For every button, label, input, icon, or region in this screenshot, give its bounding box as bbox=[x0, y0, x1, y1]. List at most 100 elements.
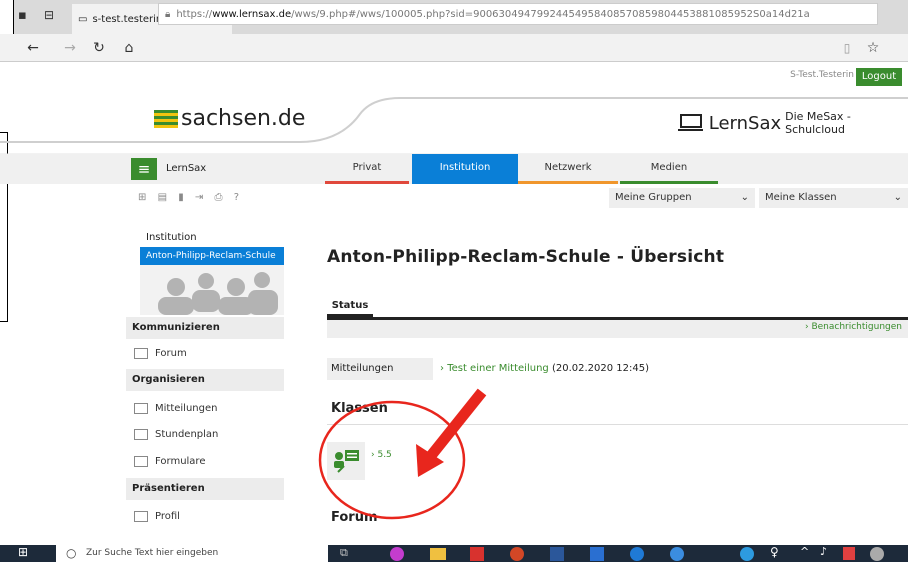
powerpoint-icon[interactable] bbox=[510, 547, 524, 561]
windows-start-icon[interactable]: ⊞ bbox=[18, 545, 28, 559]
forward-icon[interactable]: → bbox=[61, 39, 79, 57]
profile-icon bbox=[134, 511, 148, 522]
sidebar-title: Institution bbox=[146, 232, 197, 243]
sidebar-item-mitteilungen[interactable]: Mitteilungen bbox=[134, 403, 217, 414]
url-field[interactable]: 🔒︎ https://www.lernsax.de/wws/9.php#/wws… bbox=[158, 3, 878, 25]
app-icon-3[interactable] bbox=[470, 547, 484, 561]
search-placeholder: Zur Suche Text hier eingeben bbox=[86, 548, 219, 558]
sidebar-school[interactable]: Anton-Philipp-Reclam-Schule bbox=[140, 247, 284, 265]
taskbar-search-input[interactable]: ○ Zur Suche Text hier eingeben bbox=[56, 545, 328, 562]
window-icon[interactable]: ▪ bbox=[18, 8, 27, 23]
left-frame-edge bbox=[0, 0, 14, 34]
tab-privat[interactable]: Privat bbox=[325, 154, 409, 184]
help-icon[interactable]: ? bbox=[234, 192, 243, 203]
bookmark-icon[interactable]: ▮ bbox=[178, 192, 188, 203]
tab-label: Institution bbox=[439, 162, 491, 173]
forum-icon bbox=[134, 348, 148, 359]
mitteilung-link-label: Test einer Mitteilung bbox=[447, 363, 549, 374]
lock-icon: 🔒︎ bbox=[165, 8, 171, 20]
highlight-circle bbox=[318, 400, 466, 520]
sidebar-item-label: Profil bbox=[155, 511, 180, 522]
form-icon bbox=[134, 456, 148, 467]
search-icon: ○ bbox=[66, 546, 77, 560]
login-icon[interactable]: ⇥ bbox=[195, 192, 207, 203]
sidebar-item-label: Formulare bbox=[155, 456, 206, 467]
web-page: S-Test.Testerin Logout sachsen.de LernSa… bbox=[0, 62, 908, 545]
sidebar-item-formulare[interactable]: Formulare bbox=[134, 456, 205, 467]
tab-status[interactable]: Status bbox=[327, 295, 373, 317]
sidebar-item-label: Mitteilungen bbox=[155, 403, 218, 414]
tab-medien[interactable]: Medien bbox=[620, 154, 718, 184]
classes-select-value: Meine Klassen bbox=[765, 192, 837, 203]
toolbar-icons: ⊞ ▤ ▮ ⇥ ⎙ ? bbox=[138, 192, 243, 203]
mitteilung-date: (20.02.2020 12:45) bbox=[551, 363, 649, 374]
tab-netzwerk[interactable]: Netzwerk bbox=[518, 154, 618, 184]
reload-icon[interactable]: ↻ bbox=[90, 39, 108, 57]
messages-icon bbox=[134, 403, 148, 414]
mitteilung-link[interactable]: › Test einer Mitteilung bbox=[440, 363, 549, 374]
mitteilung-entry: › Test einer Mitteilung (20.02.2020 12:4… bbox=[440, 363, 649, 374]
sidebar-item-forum[interactable]: Forum bbox=[134, 348, 187, 359]
tray-icon[interactable] bbox=[870, 547, 884, 561]
lernsax-logo-text: LernSax bbox=[708, 112, 782, 134]
group-avatar bbox=[140, 265, 284, 315]
calendar-icon bbox=[134, 429, 148, 440]
notifications-link[interactable]: › Benachrichtigungen bbox=[805, 322, 902, 332]
app-icon-6[interactable] bbox=[590, 547, 604, 561]
annotation-overlay bbox=[318, 388, 487, 520]
lernsax-subtitle: Die MeSax - Schulcloud bbox=[785, 110, 851, 136]
task-view-icon[interactable]: ⧉ bbox=[340, 546, 348, 560]
groups-select[interactable]: Meine Gruppen ⌄ bbox=[609, 188, 755, 208]
edge-icon[interactable] bbox=[630, 547, 644, 561]
chevron-down-icon: ⌄ bbox=[740, 192, 749, 203]
sachsen-flag-icon bbox=[154, 109, 178, 128]
app-icon-8[interactable] bbox=[670, 547, 684, 561]
tab-label: Privat bbox=[352, 162, 382, 173]
sidebar-item-stundenplan[interactable]: Stundenplan bbox=[134, 429, 218, 440]
page-title: Anton-Philipp-Reclam-Schule - Übersicht bbox=[327, 247, 725, 267]
classes-select[interactable]: Meine Klassen ⌄ bbox=[759, 188, 908, 208]
app-name: LernSax bbox=[166, 163, 207, 174]
volume-icon[interactable]: ♪ bbox=[820, 545, 827, 558]
lernsax-logo[interactable]: LernSax Die MeSax - Schulcloud bbox=[678, 110, 908, 136]
tray-app-icon[interactable] bbox=[843, 547, 855, 560]
folder-icon[interactable] bbox=[430, 548, 446, 560]
sidebar-heading-kommunizieren: Kommunizieren bbox=[126, 317, 284, 339]
tab-actions-icon[interactable]: ⊟ bbox=[44, 8, 54, 22]
chevron-down-icon: ⌄ bbox=[893, 192, 902, 203]
sidebar-item-profil[interactable]: Profil bbox=[134, 511, 180, 522]
back-icon[interactable]: ← bbox=[24, 39, 42, 57]
sidebar-heading-organisieren: Organisieren bbox=[126, 369, 284, 391]
sidebar-heading-praesentieren: Präsentieren bbox=[126, 478, 284, 500]
app-icon-9[interactable] bbox=[740, 547, 754, 561]
sachsen-logo[interactable]: sachsen.de bbox=[154, 106, 305, 131]
word-icon[interactable] bbox=[550, 547, 564, 561]
tab-institution[interactable]: Institution bbox=[412, 154, 518, 184]
sidebar-item-label: Forum bbox=[155, 348, 187, 359]
url-prefix: https:// bbox=[176, 8, 213, 20]
laptop-icon bbox=[678, 114, 703, 131]
sidebar-item-label: Stundenplan bbox=[155, 429, 219, 440]
page-icon: ▭ bbox=[78, 13, 88, 25]
arrow-shaft bbox=[425, 388, 487, 461]
notifications-link-label: Benachrichtigungen bbox=[811, 322, 902, 332]
reading-view-icon[interactable]: ▯ bbox=[838, 39, 856, 57]
sachsen-logo-text: sachsen.de bbox=[181, 106, 306, 131]
mitteilungen-label: Mitteilungen bbox=[327, 358, 433, 380]
tab-label: Medien bbox=[650, 162, 688, 173]
notes-icon[interactable]: ▤ bbox=[158, 192, 171, 203]
people-icon bbox=[158, 272, 278, 315]
user-name[interactable]: S-Test.Testerin bbox=[790, 70, 854, 80]
url-rest: /wws/9.php#/wws/100005.php?sid=900630494… bbox=[291, 8, 810, 20]
chevron-up-icon[interactable]: ^ bbox=[800, 545, 809, 558]
print-icon[interactable]: ⎙ bbox=[215, 192, 227, 203]
menu-button[interactable]: ≡ bbox=[131, 158, 157, 180]
sitemap-icon[interactable]: ⊞ bbox=[138, 192, 150, 203]
tab-label: Netzwerk bbox=[544, 162, 592, 173]
url-domain: www.lernsax.de bbox=[212, 8, 292, 20]
people-icon[interactable]: ♀ bbox=[770, 545, 779, 559]
favorite-star-icon[interactable]: ☆ bbox=[864, 39, 882, 57]
home-icon[interactable]: ⌂ bbox=[120, 39, 138, 57]
groups-select-value: Meine Gruppen bbox=[615, 192, 692, 203]
app-icon-1[interactable] bbox=[390, 547, 404, 561]
